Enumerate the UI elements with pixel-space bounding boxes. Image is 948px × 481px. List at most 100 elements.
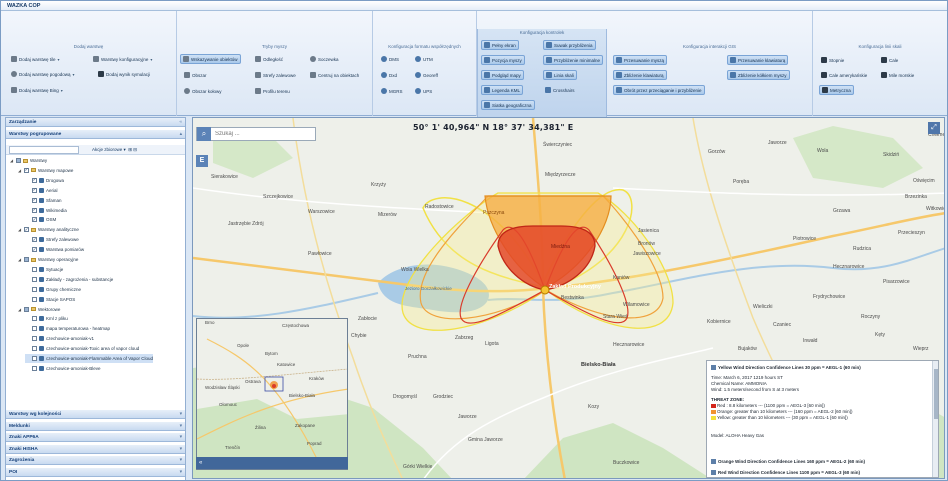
layer-checkbox[interactable]: ✓ (32, 207, 37, 213)
drag-rotate-zoom-toggle[interactable]: Obrót przez przeciąganie i przybliżenie (613, 85, 705, 95)
zoom-extent-control-toggle[interactable]: Przybliżenie minimalne (543, 55, 604, 65)
layer-checkbox[interactable]: ✓ (24, 227, 29, 233)
layer-checkbox[interactable] (32, 296, 37, 302)
drag-pan-toggle[interactable]: Przesuwanie myszą (613, 55, 668, 65)
layer-checkbox[interactable] (32, 276, 37, 282)
layer-tree-item[interactable]: ✓ Sfaman (25, 196, 62, 205)
layer-checkbox[interactable]: ✓ (32, 197, 37, 203)
layer-checkbox[interactable] (32, 346, 37, 352)
circle-area-mode-button[interactable]: Obszar kołowy (182, 86, 224, 96)
layer-tree-item[interactable]: ✓ OSM (25, 215, 56, 224)
layer-checkbox[interactable]: ✓ (32, 247, 37, 253)
keyboard-zoom-toggle[interactable]: Zbliżenie klawiaturą (613, 70, 667, 80)
layer-tree-item[interactable]: ✓ Aerial (25, 186, 58, 195)
overview-map-toggle[interactable]: « (196, 457, 348, 469)
layer-tree-item[interactable]: ◢ Warstwy (9, 156, 47, 165)
layer-tree-item[interactable]: czechowice-amoniak-Bleve (25, 364, 101, 373)
expand-toggle-icon[interactable]: ◢ (17, 307, 22, 312)
units-degrees-button[interactable]: Stopnie (819, 55, 846, 65)
format-utm-button[interactable]: UTM (413, 54, 435, 64)
panel-header-zarzadzanie[interactable]: Zarządzanie « (6, 118, 185, 127)
layer-checkbox[interactable]: ✓ (32, 187, 37, 193)
collapse-icon[interactable]: « (179, 118, 182, 127)
chevron-down-icon[interactable]: ▾ (180, 410, 182, 419)
flood-zones-mode-button[interactable]: Strefy zalewowe (253, 70, 298, 80)
e-button[interactable]: E (196, 155, 208, 167)
layer-checkbox[interactable]: ✓ (32, 217, 37, 223)
layer-checkbox[interactable]: ✓ (32, 237, 37, 243)
layer-tree-item[interactable]: ✓ Strefy zalewowe (25, 235, 79, 244)
layer-checkbox[interactable] (24, 257, 29, 262)
keyboard-pan-toggle[interactable]: Przesuwanie klawiaturą (727, 55, 789, 65)
crosshairs-control-toggle[interactable]: Crosshairs (543, 85, 577, 95)
panel-header[interactable]: Zagrożenia ▾ (6, 456, 185, 465)
distance-mode-button[interactable]: Odległość (253, 54, 285, 64)
layer-tree-item[interactable]: czechowice-amoniak-Toxic area of vapor c… (25, 344, 139, 353)
layer-filter-input[interactable] (9, 146, 79, 154)
layer-tree-item[interactable]: ◢ Wektorowe (17, 305, 60, 314)
layer-tree-item[interactable]: Stacje SAPOS (25, 295, 75, 304)
bulk-actions-menu[interactable]: Akcje zbiorowe ▾ ⊞ ⊟ (92, 146, 137, 154)
layer-tree-item[interactable]: ✓ Warstwa pomiarów (25, 245, 84, 254)
layer-checkbox[interactable] (32, 365, 37, 371)
panel-header[interactable]: Znaki APP6A ▾ (6, 433, 185, 442)
expand-toggle-icon[interactable]: ◢ (17, 168, 22, 173)
fullscreen-button[interactable]: ⤢ (928, 122, 940, 134)
layer-tree-item[interactable]: mapa temperaturowa - heatmap (25, 324, 110, 333)
select-objects-mode-button[interactable]: Wskazywanie obiektów (180, 54, 241, 64)
chevron-down-icon[interactable]: ▾ (180, 433, 182, 442)
overview-map-control-toggle[interactable]: Podgląd mapy (481, 70, 524, 80)
search-icon[interactable]: ⌕ (197, 127, 211, 141)
layer-tree-item[interactable]: ◢ ✓ Warstwy analityczne (17, 225, 79, 234)
layer-tree-item[interactable]: Kml z pliku (25, 314, 68, 323)
panel-header-warstwy[interactable]: Warstwy pogrupowane ▴ (6, 130, 185, 139)
format-georeff-button[interactable]: Georeff (413, 70, 440, 80)
layer-tree-item[interactable]: czechowice-amoniak-v1 (25, 334, 94, 343)
legend-scrollbar[interactable] (932, 361, 938, 477)
layer-tree-item[interactable]: ✓ Drogowa (25, 176, 64, 185)
map-view[interactable]: Świerczyniec Międzyrzecze Jaworze Sierakowi… (192, 117, 945, 479)
zoom-slider-control-toggle[interactable]: Suwak przybliżenia (543, 40, 596, 50)
layer-tree-item[interactable]: czechowice-amoniak-Flammable Area of Vap… (25, 354, 153, 363)
units-nautical-button[interactable]: Mile morskie (879, 70, 916, 80)
chevron-down-icon[interactable]: ▾ (180, 422, 182, 431)
kml-legend-control-toggle[interactable]: Legenda KML (481, 85, 524, 95)
expand-icon[interactable] (711, 459, 716, 465)
layer-tree-item[interactable]: Grupy chemiczne (25, 285, 81, 294)
lens-mode-button[interactable]: Soczewka (308, 54, 341, 64)
config-layers-button[interactable]: Warstwy konfiguracyjne ▾ (91, 54, 154, 64)
units-metric-button[interactable]: Metryczna (819, 85, 854, 95)
layer-tree-item[interactable]: ◢ Warstwy operacyjne (17, 255, 78, 264)
panel-header[interactable]: Znaki HISHA ▾ (6, 444, 185, 454)
layer-checkbox[interactable] (32, 266, 37, 272)
chevron-down-icon[interactable]: ▾ (180, 445, 182, 454)
format-mgrs-button[interactable]: MGRS (379, 86, 405, 96)
format-dms-button[interactable]: DMS (379, 54, 401, 64)
graticule-control-toggle[interactable]: Siatka geograficzna (481, 100, 535, 110)
area-mode-button[interactable]: Obszar (182, 70, 209, 80)
layer-checkbox[interactable] (32, 286, 37, 292)
mouse-position-control-toggle[interactable]: Pozycja myszy (481, 55, 525, 65)
format-dxd-button[interactable]: Dxd (379, 70, 399, 80)
add-simulation-result-button[interactable]: Dodaj wynik symulacji (96, 69, 152, 79)
layer-checkbox[interactable] (32, 316, 37, 322)
center-on-objects-button[interactable]: Centruj na obiektach (308, 70, 361, 80)
layer-tree-item[interactable]: Sytuacje (25, 265, 63, 274)
chevron-up-icon[interactable]: ▴ (180, 130, 182, 139)
chevron-down-icon[interactable]: ▾ (180, 468, 182, 477)
panel-header[interactable]: Warstwy wg kolejności ▾ (6, 410, 185, 419)
layer-tree-item[interactable]: ◢ ✓ Warstwy mapowe (17, 166, 73, 175)
expand-toggle-icon[interactable]: ◢ (17, 257, 22, 262)
add-bing-layer-button[interactable]: Dodaj warstwę Bing ▾ (9, 85, 65, 95)
fullscreen-control-toggle[interactable]: Pełny ekran (481, 40, 519, 50)
layer-checkbox[interactable] (16, 158, 21, 163)
units-us-button[interactable]: Cale amerykańskie (819, 70, 869, 80)
map-search-input[interactable] (211, 131, 311, 137)
units-imperial-button[interactable]: Cale (879, 55, 900, 65)
add-tile-layer-button[interactable]: Dodaj warstwę tile ▾ (9, 54, 62, 64)
chevron-down-icon[interactable]: ▾ (180, 456, 182, 465)
panel-header[interactable]: POI ▾ (6, 467, 185, 477)
layer-tree-item[interactable]: Zakłady - zagrożenia - substancje (25, 275, 113, 284)
terrain-profile-mode-button[interactable]: Profilu terenu (253, 86, 292, 96)
expand-icon[interactable] (711, 365, 716, 371)
